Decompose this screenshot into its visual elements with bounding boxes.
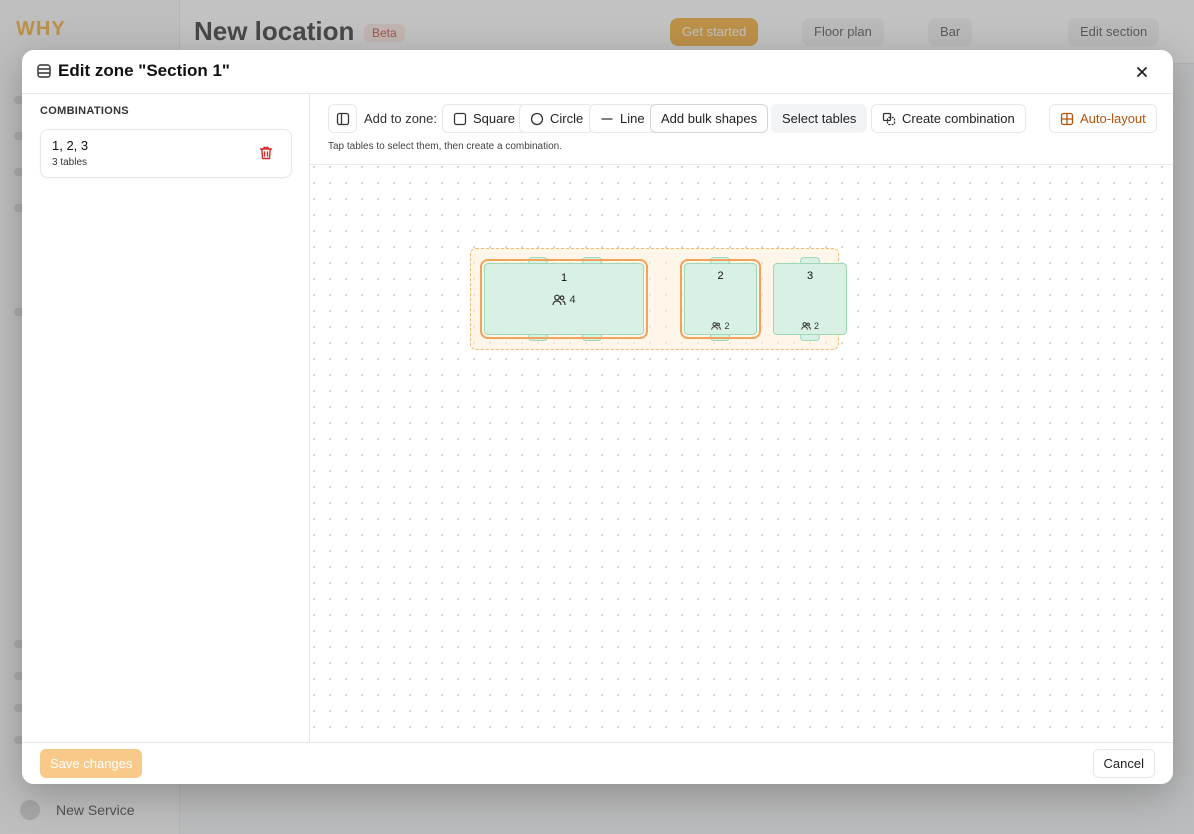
dialog-header: Edit zone "Section 1" bbox=[22, 50, 1173, 94]
combine-icon bbox=[882, 112, 896, 125]
layers-icon bbox=[37, 64, 51, 78]
square-icon bbox=[453, 112, 467, 125]
add-to-zone-label: Add to zone: bbox=[364, 111, 437, 126]
table-1[interactable]: 1 4 bbox=[480, 259, 648, 339]
add-line-button[interactable]: Line bbox=[589, 104, 656, 133]
floor-canvas[interactable]: 1 4 2 2 3 2 bbox=[310, 165, 1173, 742]
add-circle-button[interactable]: Circle bbox=[519, 104, 595, 133]
auto-layout-button[interactable]: Auto-layout bbox=[1049, 104, 1157, 133]
table-capacity-value: 2 bbox=[813, 321, 819, 331]
edit-zone-dialog: Edit zone "Section 1" COMBINATIONS 1, 2,… bbox=[22, 50, 1173, 784]
combinations-panel: COMBINATIONS 1, 2, 3 3 tables bbox=[22, 94, 310, 742]
combinations-heading: COMBINATIONS bbox=[40, 105, 129, 117]
add-square-label: Square bbox=[473, 111, 515, 126]
add-square-button[interactable]: Square bbox=[442, 104, 526, 133]
table-capacity: 2 bbox=[774, 321, 846, 331]
circle-icon bbox=[530, 112, 544, 125]
create-combination-button[interactable]: Create combination bbox=[871, 104, 1026, 133]
guests-icon bbox=[801, 322, 811, 330]
save-changes-button[interactable]: Save changes bbox=[40, 749, 143, 778]
cancel-button[interactable]: Cancel bbox=[1092, 749, 1155, 778]
add-circle-label: Circle bbox=[550, 111, 584, 126]
trash-icon[interactable] bbox=[258, 145, 274, 161]
create-combination-label: Create combination bbox=[902, 111, 1015, 126]
guests-icon bbox=[711, 322, 722, 330]
add-line-label: Line bbox=[620, 111, 645, 126]
guests-icon bbox=[552, 294, 567, 306]
combination-name: 1, 2, 3 bbox=[52, 138, 89, 153]
grid-icon bbox=[1060, 112, 1074, 125]
editor-toolbar: Add to zone: Square Circle Line Add bulk… bbox=[310, 94, 1173, 165]
select-tables-button[interactable]: Select tables bbox=[771, 104, 868, 133]
table-capacity-value: 2 bbox=[724, 321, 730, 331]
zone-editor: Add to zone: Square Circle Line Add bulk… bbox=[310, 94, 1173, 742]
combination-count: 3 tables bbox=[52, 157, 88, 168]
table-number: 1 bbox=[560, 272, 568, 284]
close-icon[interactable] bbox=[1133, 63, 1151, 81]
table-capacity-value: 4 bbox=[569, 294, 576, 306]
line-icon bbox=[601, 117, 613, 120]
dialog-footer: Save changes Cancel bbox=[22, 742, 1173, 784]
table-number: 2 bbox=[717, 270, 724, 282]
toolbar-hint: Tap tables to select them, then create a… bbox=[328, 141, 563, 152]
toggle-sidebar-button[interactable] bbox=[328, 104, 357, 133]
combination-item[interactable]: 1, 2, 3 3 tables bbox=[40, 129, 292, 178]
table-number: 3 bbox=[806, 270, 814, 282]
sidebar-toggle-icon bbox=[336, 112, 349, 125]
table-capacity: 2 bbox=[685, 321, 756, 331]
table-2[interactable]: 2 2 bbox=[680, 259, 761, 339]
table-capacity: 4 bbox=[485, 293, 643, 307]
add-bulk-shapes-button[interactable]: Add bulk shapes bbox=[650, 104, 769, 133]
table-3[interactable]: 3 2 bbox=[773, 263, 847, 335]
dialog-title: Edit zone "Section 1" bbox=[58, 61, 230, 80]
auto-layout-label: Auto-layout bbox=[1080, 111, 1146, 126]
